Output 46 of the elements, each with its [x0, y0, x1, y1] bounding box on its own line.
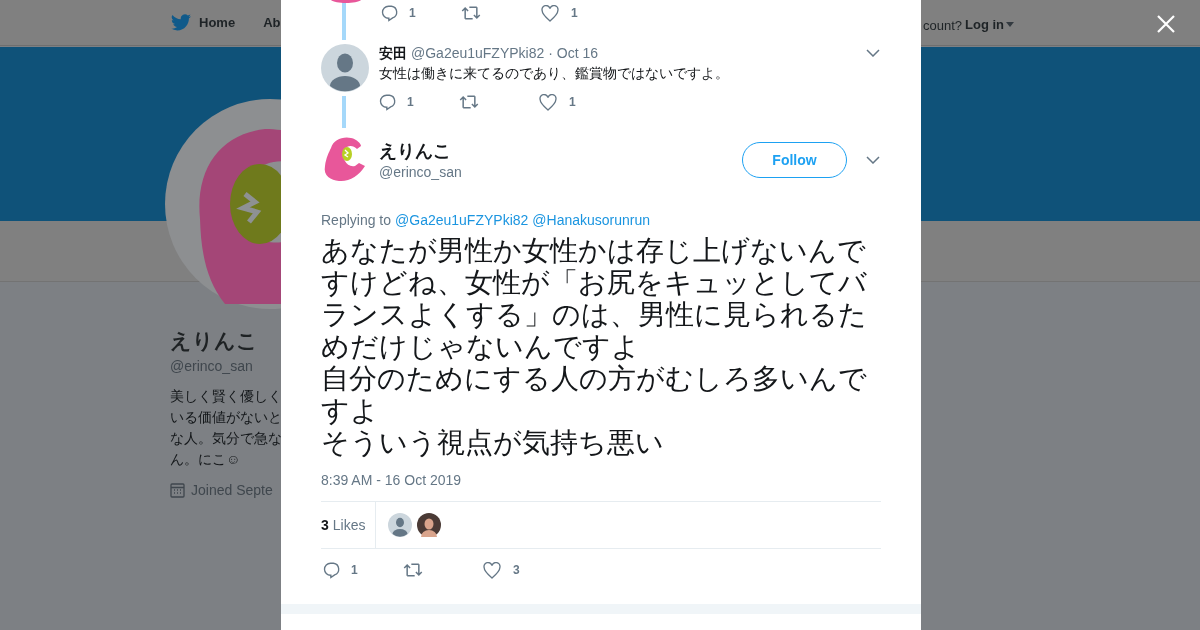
like-count: 1 [571, 5, 578, 22]
likes-count[interactable]: 3 Likes [321, 502, 377, 548]
retweet-icon[interactable] [461, 4, 481, 22]
mention-link[interactable]: @Hanakusorunrun [532, 211, 651, 229]
heart-icon[interactable] [539, 93, 557, 111]
mention-link[interactable]: @Ga2eu1uFZYPki82 [395, 211, 529, 229]
reply-count: 1 [409, 5, 416, 22]
nav-link[interactable]: Home [171, 13, 236, 33]
user-handle[interactable]: @Ga2eu1uFZYPki82 [411, 44, 545, 62]
user-name: 安田 [379, 44, 407, 62]
avatar [331, 0, 361, 4]
tweet-text: あなたが男性か女性かは存じ上げないんですけどね、女性が「お尻をキュッとしてバランスよくする」のは、男性に見られるためだけじゃないんですよ 自分のためにする人の方がむしろ多いんですよ そういう視点が気持ち悪い [321, 235, 868, 459]
avatar[interactable] [417, 513, 442, 537]
chevron-icon[interactable] [866, 49, 880, 57]
replying-label: Replying to [321, 211, 392, 229]
reply-icon[interactable] [381, 4, 399, 22]
user-handle[interactable]: @erinco_san [379, 163, 462, 181]
profile-handle: @erinco_san [170, 357, 254, 376]
reply-icon[interactable] [323, 561, 341, 579]
tweet-text: 女性は働きに来てるのであり、鑑賞物ではないですよ。 [379, 64, 730, 83]
heart-icon[interactable] [483, 561, 501, 579]
caret-icon [1006, 22, 1014, 28]
retweet-icon[interactable] [403, 561, 423, 579]
like-count: 3 [513, 562, 520, 579]
close-icon[interactable] [1157, 15, 1175, 33]
reply-count: 1 [407, 94, 414, 111]
bird-icon [171, 14, 191, 32]
tweet-timestamp[interactable]: 8:39 AM - 16 Oct 2019 [321, 471, 881, 489]
nav-link[interactable]: Ab [263, 13, 281, 33]
avatar [321, 44, 369, 92]
reply-icon[interactable] [379, 93, 397, 111]
calendar-icon [170, 483, 185, 498]
joined-date: Joined Septe [191, 481, 273, 500]
tweet-date[interactable]: · Oct 16 [548, 44, 599, 62]
chevron-icon[interactable] [866, 156, 880, 164]
retweet-icon[interactable] [459, 93, 479, 111]
like-count: 1 [569, 94, 576, 111]
avatar [388, 513, 413, 537]
user-name: えりんこ [379, 140, 452, 163]
follow-button[interactable]: Follow [742, 142, 847, 178]
profile-bio: 美しく賢く優しく いる価値がないと な人。気分で急な ん。にこ☺ [170, 387, 281, 469]
login-link[interactable]: Log in [965, 15, 1014, 35]
reply-count: 1 [351, 562, 358, 579]
login-prompt: count? [923, 17, 963, 35]
heart-icon[interactable] [541, 4, 559, 22]
profile-name: えりんこ [170, 328, 259, 354]
